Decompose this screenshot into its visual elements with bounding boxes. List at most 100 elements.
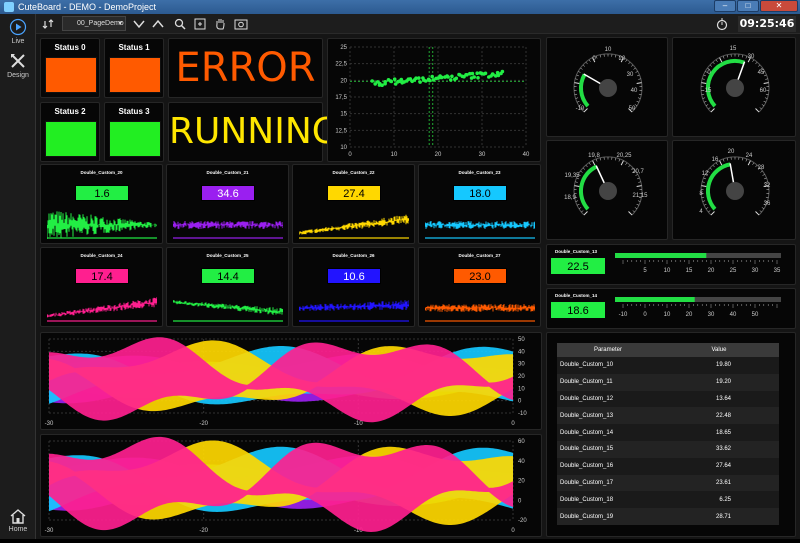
y-tick-label: 12,5 (335, 128, 347, 134)
bar-fill (615, 253, 706, 258)
custom-wave (47, 286, 157, 322)
gauge-tick-label: 0 (592, 56, 596, 62)
toolbar: 00_PageDemo ▾ 09:25:46 (36, 14, 800, 34)
scatter-point (417, 76, 421, 80)
custom-wave-series (173, 300, 283, 322)
gauge-tick-label: -10 (576, 106, 585, 112)
minimize-button[interactable]: – (714, 0, 736, 12)
table-row: Double_Custom_1723.61 (557, 475, 779, 492)
search-icon[interactable] (174, 17, 186, 31)
x-tick-label: 40 (523, 152, 530, 158)
custom-tile-1: Double_Custom_2134.6 (166, 164, 289, 244)
gauge-tick (637, 204, 639, 205)
scatter-point (472, 75, 476, 79)
y-tick-label: 0 (518, 399, 522, 405)
hand-pan-icon[interactable] (214, 17, 226, 31)
gauge-tick-label: 28 (758, 165, 765, 171)
gauge-hub (726, 79, 744, 97)
sidebar-item-design[interactable]: Design (0, 52, 36, 79)
sidebar-item-home[interactable]: Home (0, 508, 36, 533)
gauge-tick (635, 71, 637, 72)
parameter-table-panel: Parameter Value Double_Custom_1019.80Dou… (546, 332, 796, 537)
gauge-tick (746, 159, 747, 161)
bar-tick-label: 35 (774, 268, 781, 274)
gauge-tick (589, 60, 590, 62)
sidebar-item-live[interactable]: Live (0, 18, 36, 45)
gauge-tick (621, 161, 623, 165)
snapshot-icon[interactable] (234, 17, 248, 31)
previous-page-icon[interactable] (151, 17, 165, 31)
status-indicator (45, 121, 97, 157)
gauge-tick-label: 8 (699, 191, 703, 197)
y-tick-label: -20 (518, 518, 527, 524)
window-titlebar: CuteBoard - DEMO - DemoProject – □ ✕ (0, 0, 800, 14)
page-selector[interactable]: 00_PageDemo ▾ (62, 16, 126, 31)
table-row: Double_Custom_1928.71 (557, 508, 779, 525)
scatter-point (501, 70, 505, 74)
gauge-tick (600, 158, 601, 160)
custom-value: 14.4 (201, 268, 255, 284)
gauge-tick (727, 55, 728, 57)
next-page-icon[interactable] (132, 17, 146, 31)
status-tile-3: Status 3 (104, 102, 164, 162)
app-logo-icon (4, 2, 14, 12)
gauge-tick-label: 20,25 (616, 153, 632, 159)
gauge-tick-label: 60 (760, 88, 767, 94)
gauge-tick (600, 55, 601, 57)
gauge-tick (583, 168, 585, 170)
play-icon (9, 18, 27, 36)
gauge-tick (762, 174, 764, 175)
gauge-tick (713, 62, 715, 64)
gauge-tick (577, 204, 579, 205)
gauge-tick (716, 163, 717, 165)
custom-wave-series (425, 221, 535, 239)
error-message: ERROR (169, 45, 322, 91)
gauge-tick-label: 32 (764, 183, 771, 189)
scatter-chart-panel: 2522,52017,51512,510010203040 (327, 38, 541, 162)
fit-view-icon[interactable] (194, 17, 206, 31)
gauge-tick (575, 182, 577, 183)
gauge-tick (619, 159, 620, 161)
refresh-icon[interactable] (42, 17, 54, 31)
bar-indicator-0: Double_Custom_1322.55101520253035 (547, 245, 797, 286)
timer-icon[interactable] (716, 17, 728, 31)
maximize-button[interactable]: □ (737, 0, 759, 12)
y-tick-label: 30 (518, 362, 525, 368)
table-row: Double_Custom_1627.64 (557, 458, 779, 475)
gauge-tick (576, 98, 578, 99)
gauge-tick-label: 30 (748, 54, 755, 60)
gauge-tick (704, 204, 706, 205)
gauge-tick (581, 211, 583, 213)
table-cell-value: 33.62 (659, 441, 779, 458)
bar-tick-label: 0 (643, 312, 647, 318)
close-button[interactable]: ✕ (760, 0, 798, 12)
custom-tile-0: Double_Custom_201.6 (40, 164, 163, 244)
status-label: Status 2 (41, 107, 99, 116)
gauge-tick (583, 65, 585, 67)
bar-tick-label: 10 (664, 312, 671, 318)
status-indicator (109, 121, 161, 157)
gauge-tick (762, 104, 764, 105)
status-tile-1: Status 1 (104, 38, 164, 98)
table-cell-parameter: Double_Custom_16 (557, 458, 659, 475)
gauge-tick (742, 55, 743, 57)
scatter-point (471, 72, 475, 76)
custom-value: 27.4 (327, 185, 381, 201)
gauge-tick (764, 178, 766, 179)
custom-wave-series (173, 221, 283, 239)
custom-value: 1.6 (75, 185, 129, 201)
wave-chart-panel-1: 50403020100-10-30-20-100 (40, 332, 542, 430)
scatter-point (418, 80, 422, 84)
table-cell-value: 13.64 (659, 391, 779, 408)
status-label: Status 3 (105, 107, 163, 116)
dashboard-canvas: Status 0Status 1Status 2Status 3 ERROR R… (36, 34, 800, 539)
table-cell-value: 22.48 (659, 407, 779, 424)
sidebar: Live Design Home (0, 14, 36, 539)
gauge-tick (637, 83, 642, 84)
custom-wave-series (299, 215, 409, 239)
gauge-tick (586, 62, 588, 64)
gauge-tick (626, 60, 627, 62)
custom-wave (173, 286, 283, 322)
y-tick-label: -10 (518, 411, 527, 417)
gauge-tick (706, 207, 708, 208)
